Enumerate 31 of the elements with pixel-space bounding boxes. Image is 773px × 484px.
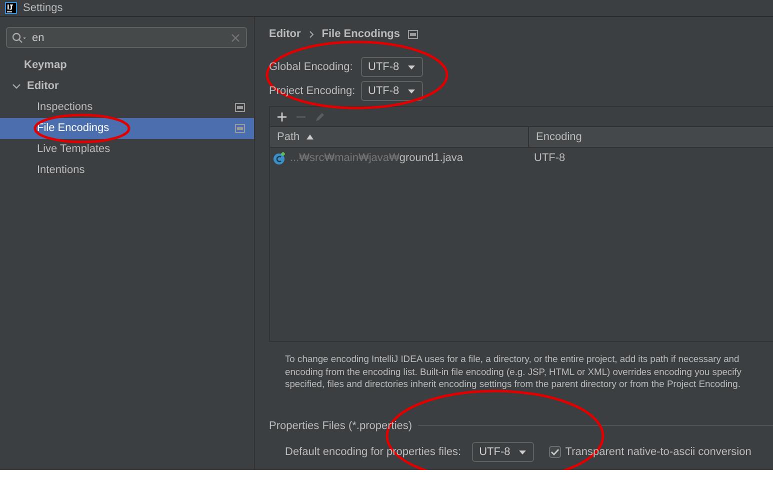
checkbox[interactable] xyxy=(549,446,562,458)
encoding-dropdown[interactable]: UTF-8 xyxy=(472,442,534,462)
dropdown-caret-icon xyxy=(518,449,528,455)
sidebar-item[interactable]: Keymap xyxy=(0,55,254,76)
window-title: Settings xyxy=(23,0,63,16)
page-settings-icon xyxy=(408,30,418,38)
sidebar-item[interactable]: Editor xyxy=(0,76,254,97)
encoding-dropdown[interactable]: UTF-8 xyxy=(361,57,424,77)
breadcrumb-chevron-icon xyxy=(308,30,314,38)
breadcrumb-item: File Encodings xyxy=(322,26,400,42)
column-header[interactable]: Path xyxy=(270,127,528,147)
dropdown-caret-icon xyxy=(407,64,416,70)
app-logo-icon xyxy=(5,2,17,14)
sidebar-item[interactable]: Intentions xyxy=(0,160,254,181)
sidebar-item[interactable]: Live Templates xyxy=(0,139,254,160)
breadcrumb-item: Editor xyxy=(269,26,301,42)
encoding-dropdown[interactable]: UTF-8 xyxy=(361,81,424,101)
page-settings-icon xyxy=(235,124,245,133)
help-text: To change encoding IntelliJ IDEA uses for a file, a directory, or the entire project, add its path if necessary and encoding from the encoding list. Built-in file encoding (e.g. JSP, HTML or XML) overrides encoding you specify specified, files and directories inherit encoding settings from the parent directory or from the Project Encoding. xyxy=(284,352,742,390)
sidebar-item[interactable]: Inspections xyxy=(0,97,254,118)
table-cell-text: UTF-8 xyxy=(533,151,566,166)
add-icon[interactable] xyxy=(277,112,287,122)
column-header[interactable]: Encoding xyxy=(528,127,773,147)
search-icon xyxy=(12,32,27,43)
sidebar-item[interactable]: File Encodings xyxy=(0,118,254,139)
dropdown-caret-icon xyxy=(407,88,416,94)
java-class-icon xyxy=(273,152,286,165)
page-settings-icon xyxy=(235,103,245,112)
file-path: ...₩src₩main₩java₩ground1.java xyxy=(290,151,463,166)
search-field[interactable]: en xyxy=(6,27,247,48)
clear-icon xyxy=(231,33,240,42)
